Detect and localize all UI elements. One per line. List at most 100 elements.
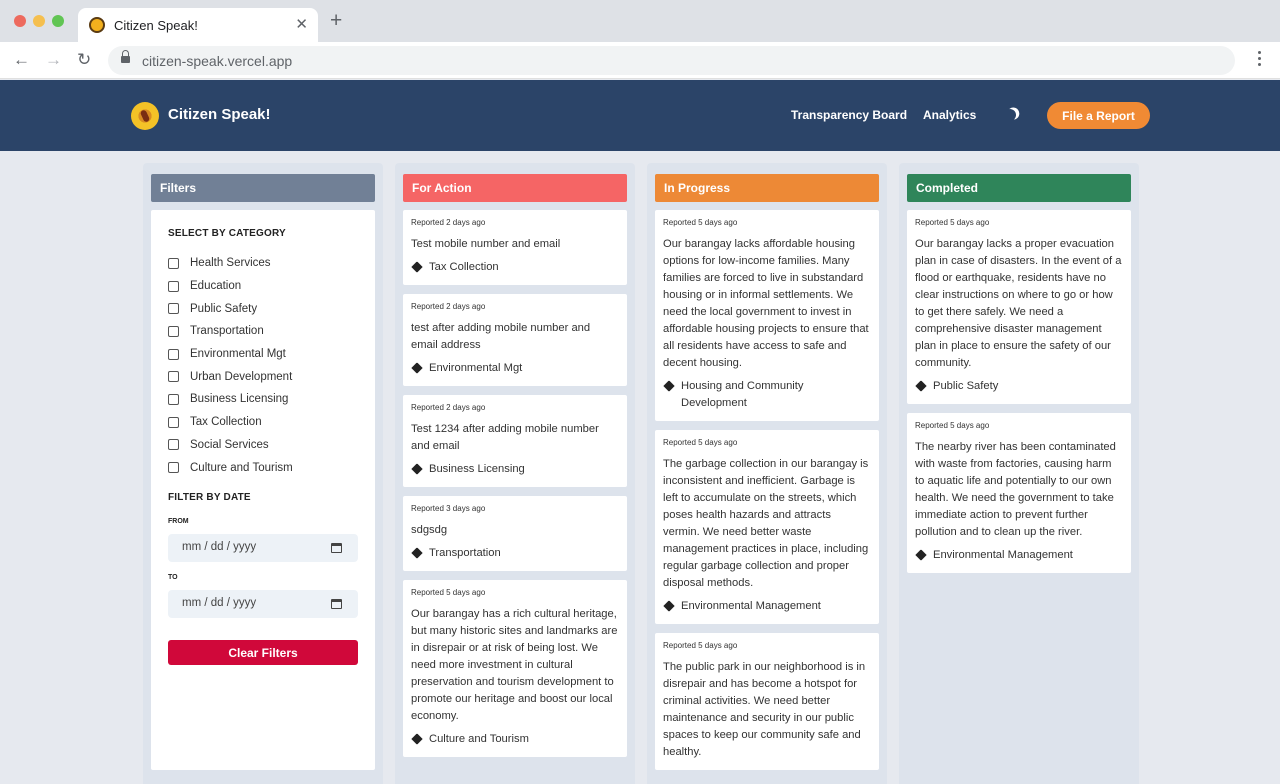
category-label: Public Safety [190, 302, 258, 315]
window-minimize-icon[interactable] [33, 15, 45, 27]
category-checkbox[interactable] [168, 371, 179, 383]
report-category-tag: Transportation [411, 545, 618, 562]
completed-cards: Reported 5 days ago Our barangay lacks a … [907, 210, 1131, 582]
report-card[interactable]: Reported 5 days ago Our barangay has a ri… [403, 580, 627, 757]
nav-transparency-board[interactable]: Transparency Board [791, 108, 907, 122]
category-checkbox[interactable] [168, 439, 179, 451]
category-list: Health Services Education Public Safety Tra… [168, 252, 293, 479]
report-timestamp: Reported 5 days ago [663, 641, 738, 650]
category-item[interactable]: Health Services [168, 252, 293, 275]
citizen-speak-logo-icon[interactable] [131, 102, 159, 130]
category-label: Business Licensing [190, 393, 289, 406]
back-arrow-icon[interactable]: ← [13, 50, 30, 70]
calendar-icon[interactable] [331, 543, 342, 553]
report-category-label: Transportation [429, 547, 501, 559]
category-item[interactable]: Culture and Tourism [168, 456, 293, 479]
category-checkbox[interactable] [168, 462, 179, 474]
clear-filters-button[interactable]: Clear Filters [168, 640, 358, 665]
to-date-input[interactable]: mm / dd / yyyy [168, 590, 358, 618]
new-tab-icon[interactable]: + [330, 9, 342, 33]
address-bar[interactable]: citizen-speak.vercel.app [108, 46, 1235, 75]
report-card[interactable]: Reported 5 days ago The nearby river has … [907, 413, 1131, 573]
forward-arrow-icon[interactable]: → [45, 50, 62, 70]
brand-name[interactable]: Citizen Speak! [168, 106, 271, 123]
tag-icon [412, 262, 422, 272]
category-checkbox[interactable] [168, 325, 179, 337]
report-category-tag: Business Licensing [411, 461, 618, 478]
for-action-cards: Reported 2 days ago Test mobile number an… [403, 210, 627, 766]
category-item[interactable]: Tax Collection [168, 411, 293, 434]
lock-icon [121, 50, 130, 64]
date-heading: FILTER BY DATE [168, 492, 251, 503]
category-item[interactable]: Education [168, 275, 293, 298]
report-category-tag: Environmental Management [915, 547, 1122, 564]
category-item[interactable]: Transportation [168, 320, 293, 343]
report-card[interactable]: Reported 5 days ago The public park in ou… [655, 633, 879, 770]
tag-icon [412, 464, 422, 474]
report-card[interactable]: Reported 5 days ago Our barangay lacks a … [907, 210, 1131, 404]
file-report-button[interactable]: File a Report [1047, 102, 1150, 129]
report-timestamp: Reported 2 days ago [411, 403, 486, 412]
from-date-input[interactable]: mm / dd / yyyy [168, 534, 358, 562]
report-category-label: Environmental Mgt [429, 362, 523, 374]
report-card[interactable]: Reported 3 days ago sdgsdg Transportation [403, 496, 627, 571]
category-label: Environmental Mgt [190, 348, 286, 361]
report-text: Test mobile number and email [411, 238, 561, 250]
in-progress-cards: Reported 5 days ago Our barangay lacks af… [655, 210, 879, 779]
category-checkbox[interactable] [168, 280, 179, 292]
report-category-label: Environmental Management [933, 549, 1073, 561]
browser-menu-icon[interactable] [1258, 51, 1262, 69]
report-category-label: Environmental Management [681, 600, 821, 612]
completed-header: Completed [907, 174, 1131, 202]
category-item[interactable]: Social Services [168, 434, 293, 457]
report-timestamp: Reported 3 days ago [411, 504, 486, 513]
category-label: Urban Development [190, 370, 293, 383]
report-category-tag: Environmental Management [663, 598, 870, 615]
filters-header: Filters [151, 174, 375, 202]
report-category-label: Public Safety [933, 380, 999, 392]
report-text: Our barangay lacks affordable housing op… [663, 238, 869, 369]
category-item[interactable]: Business Licensing [168, 388, 293, 411]
category-item[interactable]: Environmental Mgt [168, 343, 293, 366]
report-card[interactable]: Reported 5 days ago The garbage collectio… [655, 430, 879, 624]
report-text: Our barangay has a rich cultural heritag… [411, 608, 618, 722]
category-label: Social Services [190, 438, 269, 451]
report-timestamp: Reported 5 days ago [411, 588, 486, 597]
category-checkbox[interactable] [168, 393, 179, 405]
category-checkbox[interactable] [168, 257, 179, 269]
report-card[interactable]: Reported 2 days ago Test mobile number an… [403, 210, 627, 285]
report-category-tag: Environmental Mgt [411, 360, 618, 377]
report-card[interactable]: Reported 2 days ago Test 1234 after addin… [403, 395, 627, 487]
category-item[interactable]: Urban Development [168, 365, 293, 388]
to-date-placeholder: mm / dd / yyyy [182, 597, 257, 609]
nav-analytics[interactable]: Analytics [923, 108, 976, 122]
tag-icon [916, 550, 926, 560]
category-checkbox[interactable] [168, 348, 179, 360]
category-label: Transportation [190, 325, 264, 338]
report-category-tag: Culture and Tourism [411, 731, 618, 748]
report-text: Test 1234 after adding mobile number and… [411, 423, 599, 452]
window-close-icon[interactable] [14, 15, 26, 27]
report-card[interactable]: Reported 5 days ago Our barangay lacks af… [655, 210, 879, 421]
report-text: test after adding mobile number and emai… [411, 322, 591, 351]
report-timestamp: Reported 5 days ago [663, 438, 738, 447]
report-text: The public park in our neighborhood is i… [663, 661, 866, 758]
window-maximize-icon[interactable] [52, 15, 64, 27]
favicon-icon [89, 17, 105, 33]
tab-close-icon[interactable]: ✕ [295, 15, 308, 33]
category-item[interactable]: Public Safety [168, 297, 293, 320]
completed-column: Completed Reported 5 days ago Our baranga… [899, 163, 1139, 784]
report-timestamp: Reported 2 days ago [411, 302, 486, 311]
report-card[interactable]: Reported 2 days ago test after adding mob… [403, 294, 627, 386]
from-label: FROM [168, 518, 189, 525]
report-category-tag: Housing and Community Development [663, 378, 870, 412]
category-checkbox[interactable] [168, 416, 179, 428]
calendar-icon[interactable] [331, 599, 342, 609]
category-checkbox[interactable] [168, 303, 179, 315]
reload-icon[interactable]: ↻ [77, 50, 91, 70]
category-heading: SELECT BY CATEGORY [168, 228, 286, 239]
filters-column: Filters SELECT BY CATEGORY Health Servic… [143, 163, 383, 784]
report-timestamp: Reported 2 days ago [411, 218, 486, 227]
browser-tab[interactable]: Citizen Speak! ✕ [78, 8, 318, 42]
tag-icon [664, 381, 674, 391]
